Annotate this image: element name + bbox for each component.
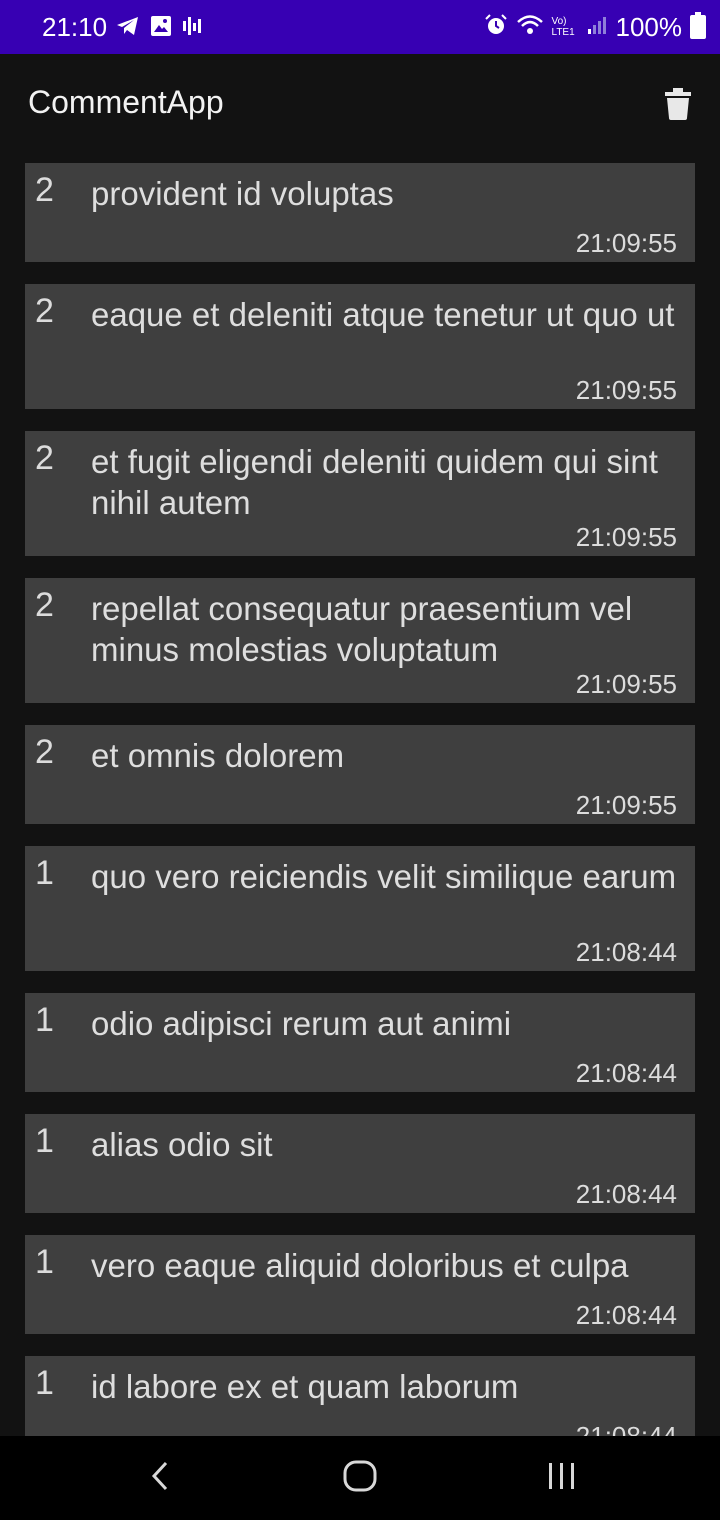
comment-item[interactable]: 2 provident id voluptas 21:09:55 bbox=[25, 163, 695, 262]
comment-time: 21:08:44 bbox=[575, 1058, 677, 1088]
comment-number: 2 bbox=[35, 586, 54, 624]
back-button[interactable] bbox=[130, 1456, 190, 1500]
comment-text: eaque et deleniti atque tenetur ut quo u… bbox=[91, 296, 675, 333]
comment-item[interactable]: 2 repellat consequatur praesentium vel m… bbox=[25, 578, 695, 703]
recents-icon bbox=[547, 1461, 577, 1496]
signal-icon bbox=[586, 14, 608, 41]
comment-item[interactable]: 1 odio adipisci rerum aut animi 21:08:44 bbox=[25, 993, 695, 1092]
recents-button[interactable] bbox=[532, 1456, 592, 1500]
comment-number: 1 bbox=[35, 1364, 54, 1402]
comment-number: 2 bbox=[35, 439, 54, 477]
comment-number: 2 bbox=[35, 292, 54, 330]
comment-text: provident id voluptas bbox=[91, 175, 394, 212]
comment-item[interactable]: 1 alias odio sit 21:08:44 bbox=[25, 1114, 695, 1213]
comment-time: 21:09:55 bbox=[575, 375, 677, 405]
battery-percent: 100% bbox=[615, 11, 683, 42]
comment-text: vero eaque aliquid doloribus et culpa bbox=[91, 1247, 629, 1284]
comment-time: 21:08:44 bbox=[575, 1179, 677, 1209]
comment-text: quo vero reiciendis velit similique earu… bbox=[91, 858, 677, 895]
gallery-icon bbox=[150, 15, 172, 42]
telegram-icon bbox=[116, 15, 140, 42]
comment-number: 1 bbox=[35, 1001, 54, 1039]
home-button[interactable] bbox=[330, 1456, 390, 1500]
comment-time: 21:09:55 bbox=[575, 522, 677, 552]
comment-item[interactable]: 1 vero eaque aliquid doloribus et culpa … bbox=[25, 1235, 695, 1334]
comment-text: et fugit eligendi deleniti quidem qui si… bbox=[91, 443, 658, 521]
status-right-icons: Vo) LTE1 100% bbox=[484, 10, 706, 44]
comment-time: 21:08:44 bbox=[575, 1300, 677, 1330]
comment-number: 2 bbox=[35, 171, 54, 209]
status-time: 21:10 bbox=[42, 12, 108, 42]
comment-item[interactable]: 2 et omnis dolorem 21:09:55 bbox=[25, 725, 695, 824]
comment-time: 21:09:55 bbox=[575, 228, 677, 258]
status-bar: 21:10 Vo) LTE1 100% bbox=[0, 0, 720, 54]
comment-number: 1 bbox=[35, 854, 54, 892]
comment-time: 21:09:55 bbox=[575, 790, 677, 820]
alarm-icon bbox=[484, 13, 508, 42]
volte-icon: Vo) LTE1 bbox=[551, 16, 575, 38]
wifi-icon bbox=[516, 13, 544, 42]
status-left-icons bbox=[116, 14, 204, 42]
comment-time: 21:09:55 bbox=[575, 669, 677, 699]
comment-item[interactable]: 1 quo vero reiciendis velit similique ea… bbox=[25, 846, 695, 971]
home-icon bbox=[343, 1460, 377, 1497]
battery-icon bbox=[690, 12, 706, 39]
delete-all-button[interactable] bbox=[658, 86, 698, 126]
app-title: CommentApp bbox=[28, 84, 224, 120]
comment-text: repellat consequatur praesentium vel min… bbox=[91, 590, 633, 668]
comment-text: alias odio sit bbox=[91, 1126, 273, 1163]
comment-item[interactable]: 2 et fugit eligendi deleniti quidem qui … bbox=[25, 431, 695, 556]
voice-icon bbox=[182, 15, 204, 42]
comment-text: odio adipisci rerum aut animi bbox=[91, 1005, 512, 1042]
navigation-bar bbox=[0, 1436, 720, 1520]
comment-time: 21:08:44 bbox=[575, 937, 677, 967]
app-bar: CommentApp bbox=[0, 54, 720, 154]
comment-text: id labore ex et quam laborum bbox=[91, 1368, 519, 1405]
comment-item[interactable]: 1 id labore ex et quam laborum 21:08:44 bbox=[25, 1356, 695, 1436]
comment-item[interactable]: 2 eaque et deleniti atque tenetur ut quo… bbox=[25, 284, 695, 409]
back-icon bbox=[150, 1461, 170, 1496]
comment-time: 21:08:44 bbox=[575, 1421, 677, 1436]
trash-icon bbox=[665, 87, 691, 125]
comment-text: et omnis dolorem bbox=[91, 737, 345, 774]
comment-number: 1 bbox=[35, 1243, 54, 1281]
comment-number: 2 bbox=[35, 733, 54, 771]
comment-list[interactable]: 2 provident id voluptas 21:09:55 2 eaque… bbox=[0, 154, 720, 1436]
comment-number: 1 bbox=[35, 1122, 54, 1160]
